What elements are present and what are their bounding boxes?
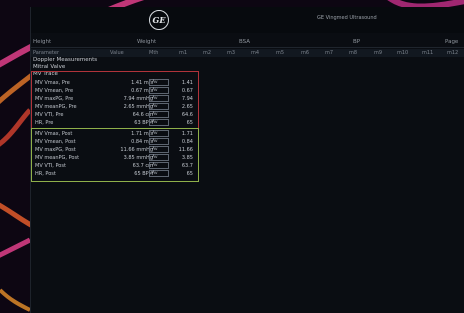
table-row[interactable]: MV Vmax, Post 1.71 m/s Av 1.71 xyxy=(31,130,199,138)
m1-value: 7.94 xyxy=(181,96,193,102)
m1-value: 1.41 xyxy=(181,80,193,86)
m1-value: 65 xyxy=(186,171,193,177)
section-doppler: Doppler Measurements xyxy=(33,57,98,63)
table-row[interactable]: MV VTI, Post 63.7 cm Av 63.7 xyxy=(31,162,199,170)
param-name: MV maxPG, Post xyxy=(35,147,76,153)
col-m2: m2 xyxy=(203,50,212,56)
method-select[interactable]: Av xyxy=(149,111,169,118)
m1-value: 3.85 xyxy=(181,155,193,161)
method-select[interactable]: Av xyxy=(149,170,169,177)
col-m3: m3 xyxy=(227,50,236,56)
method-select[interactable]: Av xyxy=(149,154,169,161)
table-row[interactable]: MV Vmax, Pre 1.41 m/s Av 1.41 xyxy=(31,79,199,87)
product-name: GE Vingmed Ultrasound xyxy=(317,15,377,21)
col-m12: m12 xyxy=(447,50,459,56)
ge-logo-icon: GE xyxy=(149,10,169,30)
table-row[interactable]: HR, Post 65 BPM Av 65 xyxy=(31,170,199,178)
param-value: 2.65 mmHg xyxy=(123,104,153,110)
param-name: MV VTI, Post xyxy=(35,163,66,169)
bp-label: BP xyxy=(353,39,361,45)
col-m9: m9 xyxy=(374,50,383,56)
param-value: 63.7 cm xyxy=(132,163,153,169)
bsa-label: BSA xyxy=(239,39,251,45)
method-select[interactable]: Av xyxy=(149,130,169,137)
col-m5: m5 xyxy=(276,50,285,56)
height-label: Height xyxy=(33,39,52,45)
param-value: 7.94 mmHg xyxy=(123,96,153,102)
report-window: GE GE Vingmed Ultrasound Height Weight B… xyxy=(30,7,464,313)
m1-value: 65 xyxy=(186,120,193,126)
param-value: 65 BPM xyxy=(134,171,153,177)
weight-label: Weight xyxy=(137,39,157,45)
method-select[interactable]: Av xyxy=(149,87,169,94)
col-m4: m4 xyxy=(251,50,260,56)
m1-value: 0.67 xyxy=(181,88,193,94)
param-value: 11.66 mmHg xyxy=(120,147,153,153)
param-name: MV Vmean, Post xyxy=(35,139,76,145)
m1-value: 64.6 xyxy=(181,112,193,118)
param-name: MV meanPG, Post xyxy=(35,155,80,161)
m1-value: 0.84 xyxy=(181,139,193,145)
method-select[interactable]: Av xyxy=(149,95,169,102)
method-select[interactable]: Av xyxy=(149,79,169,86)
col-m7: m7 xyxy=(325,50,334,56)
param-value: 3.85 mmHg xyxy=(123,155,153,161)
param-name: MV Vmax, Pre xyxy=(35,80,70,86)
param-name: MV Vmean, Pre xyxy=(35,88,74,94)
param-value: 0.84 m/s xyxy=(131,139,153,145)
method-select[interactable]: Av xyxy=(149,162,169,169)
param-value: 0.67 m/s xyxy=(131,88,153,94)
method-select[interactable]: Av xyxy=(149,119,169,126)
col-m10: m10 xyxy=(397,50,409,56)
col-value: Value xyxy=(110,50,124,56)
table-row[interactable]: MV meanPG, Pre 2.65 mmHg Av 2.65 xyxy=(31,103,199,111)
col-m8: m8 xyxy=(349,50,358,56)
m1-value: 11.66 xyxy=(178,147,193,153)
param-value: 1.41 m/s xyxy=(131,80,153,86)
param-value: 1.71 m/s xyxy=(131,131,153,137)
method-select[interactable]: Av xyxy=(149,138,169,145)
param-name: HR, Pre xyxy=(35,120,54,126)
patient-header-row: Height Weight BSA BP Page xyxy=(31,38,464,48)
param-name: MV VTI, Pre xyxy=(35,112,64,118)
table-row[interactable]: MV meanPG, Post 3.85 mmHg Av 3.85 xyxy=(31,154,199,162)
table-row[interactable]: MV maxPG, Post 11.66 mmHg Av 11.66 xyxy=(31,146,199,154)
param-name: HR, Post xyxy=(35,171,56,177)
param-name: MV Vmax, Post xyxy=(35,131,73,137)
param-name: MV meanPG, Pre xyxy=(35,104,77,110)
m1-value: 2.65 xyxy=(181,104,193,110)
param-value: 64.6 cm xyxy=(132,112,153,118)
table-row[interactable]: MV Vmean, Post 0.84 m/s Av 0.84 xyxy=(31,138,199,146)
col-m1: m1 xyxy=(179,50,188,56)
table-row[interactable]: MV maxPG, Pre 7.94 mmHg Av 7.94 xyxy=(31,95,199,103)
col-parameter: Parameter xyxy=(33,50,60,56)
col-m6: m6 xyxy=(301,50,310,56)
table-row[interactable]: MV VTI, Pre 64.6 cm Av 64.6 xyxy=(31,111,199,119)
m1-value: 1.71 xyxy=(181,131,193,137)
section-mitral: Mitral Valve xyxy=(33,64,66,70)
table-row[interactable]: MV Vmean, Pre 0.67 m/s Av 0.67 xyxy=(31,87,199,95)
top-bar: GE GE Vingmed Ultrasound xyxy=(31,7,464,33)
col-m11: m11 xyxy=(422,50,434,56)
column-header-row: Parameter Value Mth m1 m2 m3 m4 m5 m6 m7… xyxy=(31,49,464,57)
param-value: 63 BPM xyxy=(134,120,153,126)
m1-value: 63.7 xyxy=(181,163,193,169)
param-name: MV maxPG, Pre xyxy=(35,96,74,102)
col-mth: Mth xyxy=(149,50,159,56)
page-label: Page xyxy=(445,39,459,45)
table-row[interactable]: HR, Pre 63 BPM Av 65 xyxy=(31,119,199,127)
method-select[interactable]: Av xyxy=(149,103,169,110)
method-select[interactable]: Av xyxy=(149,146,169,153)
